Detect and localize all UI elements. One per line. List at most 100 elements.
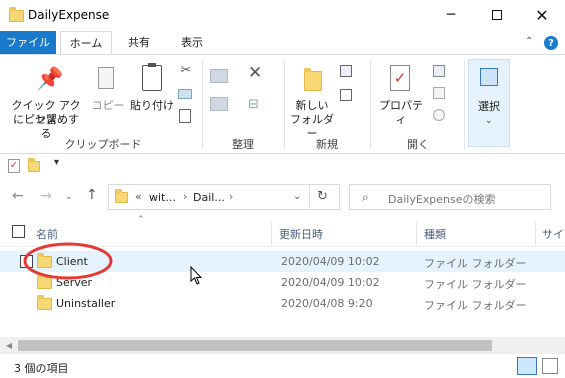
refresh-icon[interactable]: ↻	[317, 189, 328, 204]
quick-access-toolbar: ✓ ▾	[0, 155, 565, 177]
copy-icon	[98, 67, 114, 89]
column-type[interactable]: 種類	[424, 226, 446, 242]
search-box[interactable]: ⌕ DailyExpenseの検索	[349, 184, 551, 210]
column-divider[interactable]	[271, 221, 272, 245]
large-icons-view-icon[interactable]	[542, 358, 558, 374]
overflow-chevron[interactable]: «	[135, 190, 142, 203]
details-view-icon[interactable]	[517, 357, 537, 375]
new-folder-icon	[304, 68, 322, 91]
edit-icon[interactable]	[433, 87, 445, 99]
status-bar: 3 個の項目	[0, 355, 565, 378]
ribbon-divider	[202, 61, 203, 149]
copy-button[interactable]: コピー	[90, 55, 126, 135]
new-folder-button[interactable]: 新しい フォルダー	[288, 55, 336, 140]
maximize-icon	[492, 10, 502, 20]
breadcrumb-item[interactable]: wit...	[149, 191, 176, 204]
annotation-ellipse	[23, 242, 113, 280]
history-icon[interactable]	[433, 109, 445, 121]
maximize-button[interactable]	[474, 0, 520, 30]
select-label: 選択	[478, 100, 500, 113]
breadcrumb-item[interactable]: Dail...	[193, 191, 225, 204]
column-divider[interactable]	[416, 221, 417, 245]
help-icon[interactable]: ?	[544, 36, 558, 50]
copy-label: コピー	[91, 99, 125, 112]
sort-indicator-icon: ⌃	[137, 215, 145, 225]
breadcrumb-separator-icon[interactable]: ›	[229, 190, 233, 203]
cut-icon[interactable]: ✂	[176, 63, 196, 78]
title-bar: DailyExpense ─ ✕	[0, 0, 565, 30]
paste-label: 貼り付け	[130, 99, 174, 112]
organize-group-label: 整理	[232, 138, 254, 151]
paste-shortcut-icon[interactable]	[179, 109, 191, 123]
mouse-cursor-icon	[190, 266, 203, 285]
ribbon-divider	[284, 61, 285, 149]
scroll-left-icon[interactable]: ◀	[6, 341, 12, 350]
file-date: 2020/04/09 10:02	[281, 276, 380, 289]
folder-icon	[37, 295, 52, 310]
recent-locations-icon[interactable]: ⌄	[65, 192, 73, 202]
properties-icon[interactable]: ✓	[8, 159, 20, 173]
pin-to-quick-access-button[interactable]: 📌 クイック アクセス にピン留めする	[8, 55, 84, 140]
file-type: ファイル フォルダー	[424, 278, 527, 291]
file-date: 2020/04/08 9:20	[281, 297, 373, 310]
tab-home[interactable]: ホーム	[60, 31, 112, 55]
copy-to-icon[interactable]	[210, 97, 228, 111]
properties-button[interactable]: ✓ プロパティ	[376, 55, 426, 135]
ribbon-divider	[370, 61, 371, 149]
file-type: ファイル フォルダー	[424, 299, 527, 312]
select-all-checkbox[interactable]	[12, 225, 25, 238]
select-icon	[480, 68, 498, 86]
forward-button[interactable]: →	[40, 188, 52, 204]
search-icon: ⌕	[362, 190, 369, 204]
new-group-label: 新規	[316, 138, 338, 151]
column-divider[interactable]	[535, 221, 536, 245]
easy-access-icon[interactable]	[340, 89, 352, 101]
folder-icon	[9, 7, 24, 22]
search-placeholder: DailyExpenseの検索	[388, 193, 496, 206]
ribbon-tabs: ファイル ホーム 共有 表示 ⌃ ?	[0, 31, 565, 55]
delete-icon[interactable]: ✕	[248, 63, 262, 83]
tab-view[interactable]: 表示	[169, 31, 215, 55]
up-button[interactable]: ↑	[86, 187, 98, 203]
open-icon[interactable]	[433, 65, 445, 77]
new-folder-label-line1: 新しい	[295, 99, 329, 112]
new-item-icon[interactable]	[340, 65, 352, 77]
item-count: 3 個の項目	[14, 362, 69, 375]
collapse-ribbon-icon[interactable]: ⌃	[525, 36, 533, 47]
new-folder-icon[interactable]	[28, 158, 40, 172]
select-button[interactable]: 選択 ⌄	[468, 59, 510, 147]
tab-file[interactable]: ファイル	[0, 31, 56, 55]
close-button[interactable]: ✕	[519, 0, 565, 30]
clipboard-group-label: クリップボード	[64, 138, 142, 151]
window-title: DailyExpense	[28, 8, 110, 22]
folder-icon	[115, 189, 128, 203]
open-group-label: 開く	[407, 138, 429, 151]
customize-toolbar-icon[interactable]: ▾	[54, 157, 59, 168]
file-date: 2020/04/09 10:02	[281, 255, 380, 268]
divider	[309, 185, 310, 209]
properties-icon: ✓	[390, 65, 410, 91]
rename-icon[interactable]: ⊟	[248, 97, 259, 112]
properties-label: プロパティ	[379, 99, 423, 126]
ribbon-divider	[464, 61, 465, 149]
file-type: ファイル フォルダー	[424, 257, 527, 270]
horizontal-scrollbar[interactable]: ◀	[0, 337, 565, 354]
scrollbar-thumb[interactable]	[18, 340, 492, 351]
table-row[interactable]: Uninstaller 2020/04/08 9:20 ファイル フォルダー	[0, 293, 565, 314]
address-dropdown-icon[interactable]: ⌄	[293, 191, 301, 202]
column-size[interactable]: サイ	[542, 226, 564, 242]
pin-icon: 📌	[36, 67, 64, 92]
paste-button[interactable]: 貼り付け	[128, 55, 176, 135]
tab-share[interactable]: 共有	[117, 31, 161, 55]
back-button[interactable]: ←	[12, 188, 24, 204]
column-date[interactable]: 更新日時	[279, 226, 323, 242]
file-name[interactable]: Uninstaller	[56, 297, 115, 310]
breadcrumb-separator-icon[interactable]: ›	[183, 190, 187, 203]
move-to-icon[interactable]	[210, 69, 228, 83]
copy-path-icon[interactable]	[178, 89, 192, 99]
paste-icon	[142, 63, 162, 91]
minimize-button[interactable]: ─	[428, 0, 474, 30]
ribbon: 📌 クイック アクセス にピン留めする コピー 貼り付け ✂ クリップボード ✕…	[0, 54, 565, 154]
chevron-down-icon: ⌄	[485, 116, 493, 126]
address-bar[interactable]: « wit... › Dail... › ⌄ ↻	[108, 184, 340, 210]
